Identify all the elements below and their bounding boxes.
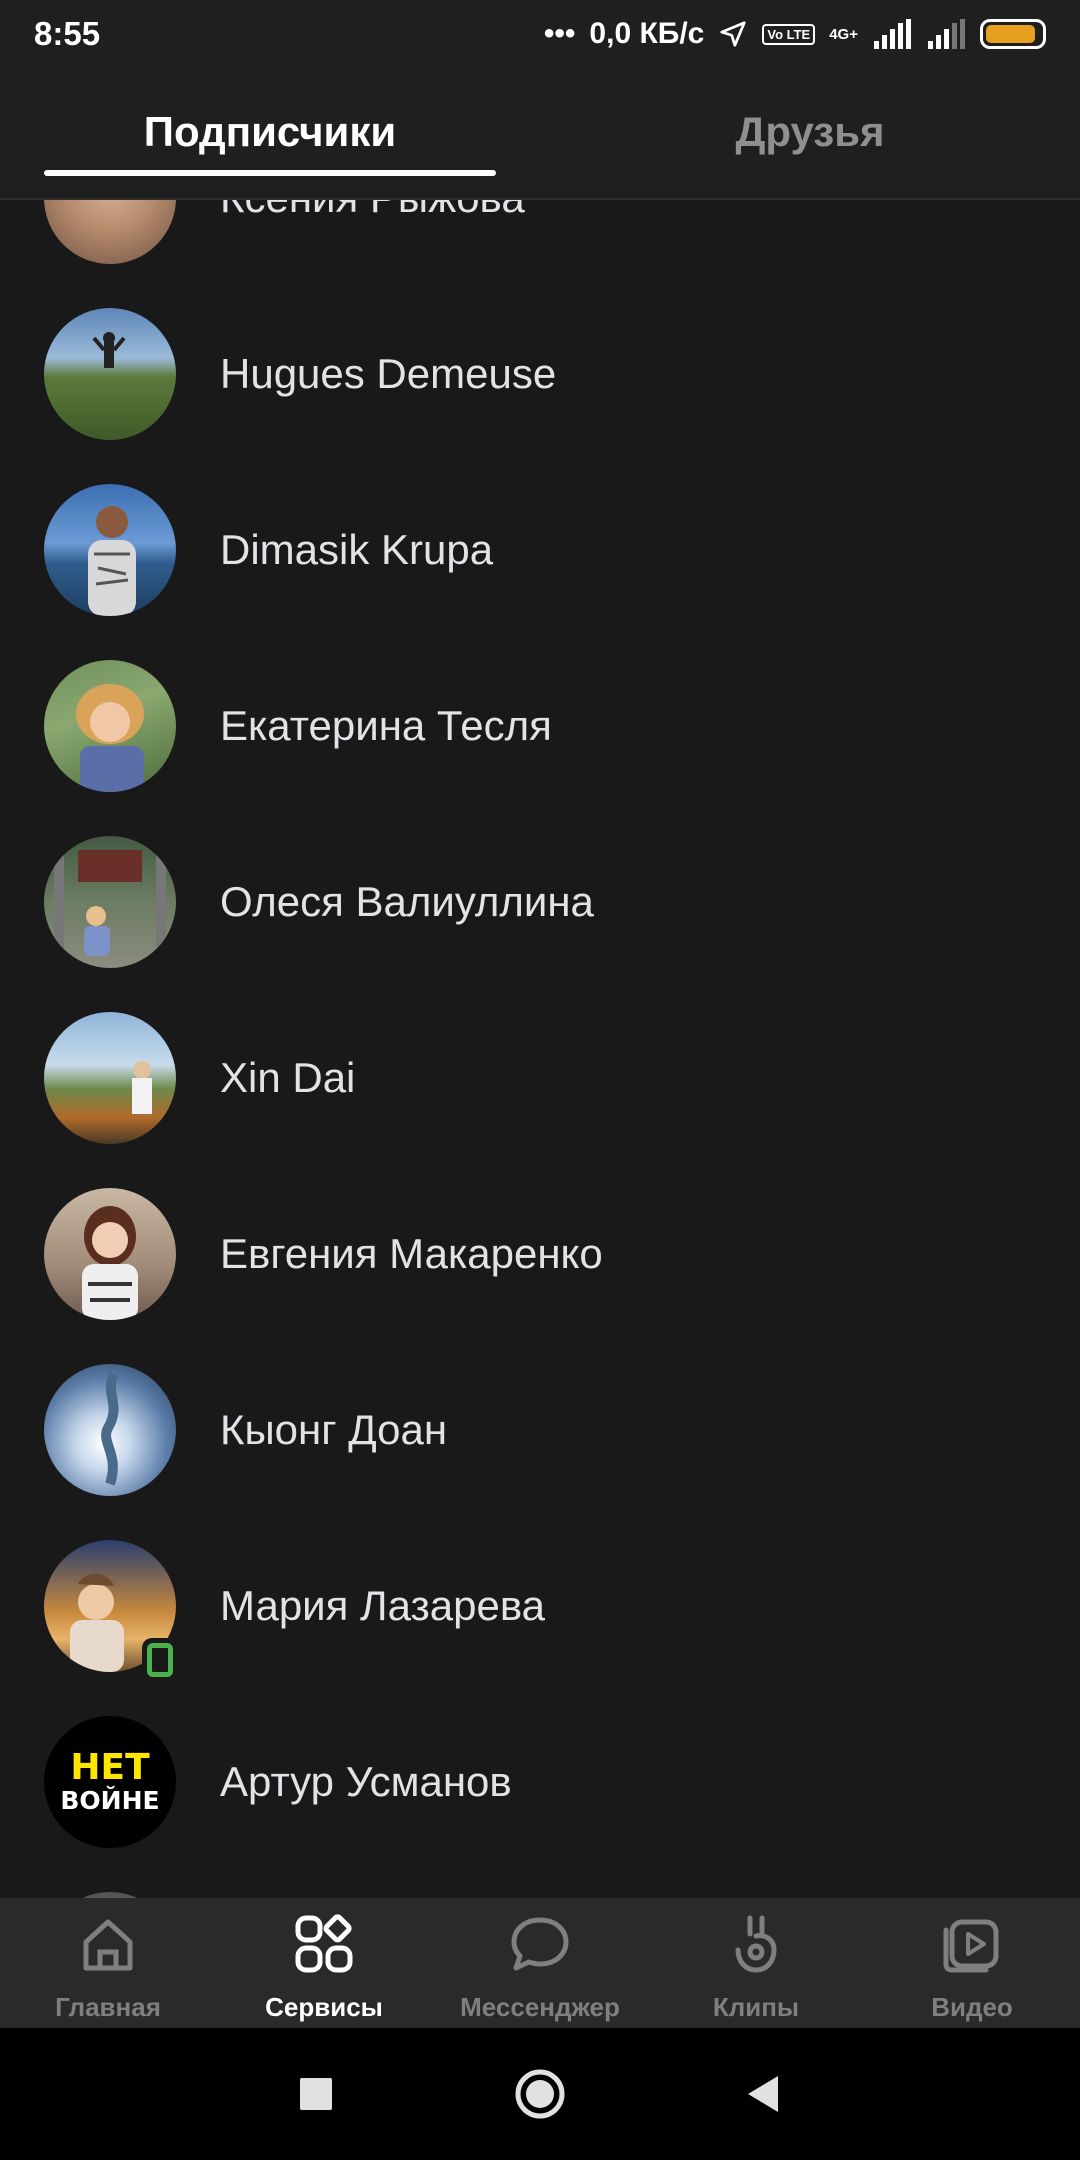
status-bar: 8:55 ••• 0,0 КБ/с Vo LTE 4G+ [0, 0, 1080, 68]
avatar [44, 660, 176, 792]
user-name: Артур Усманов [220, 1758, 512, 1805]
list-item[interactable]: Екатерина Тесля [0, 638, 1080, 814]
list-item[interactable]: Dimasik Krupa [0, 462, 1080, 638]
user-name: Xin Dai [220, 1054, 356, 1101]
user-name: Hugues Demeuse [220, 350, 557, 397]
nav-label: Видео [931, 1992, 1013, 2022]
avatar [44, 836, 176, 968]
system-home-icon[interactable] [510, 2064, 570, 2124]
nav-services[interactable]: Сервисы [216, 1898, 432, 2028]
system-navigation [0, 2028, 1080, 2160]
user-name: Екатерина Тесля [220, 702, 552, 749]
volte-icon: Vo LTE [762, 23, 816, 45]
signal-icon-sim2 [928, 19, 965, 49]
nav-home[interactable]: Главная [0, 1898, 216, 2028]
status-indicators: ••• 0,0 КБ/с Vo LTE 4G+ [544, 17, 1046, 51]
avatar-image [88, 506, 136, 616]
signal-icon [874, 19, 911, 49]
nav-label: Сервисы [265, 1992, 383, 2022]
active-tab-indicator [44, 170, 496, 176]
nav-video[interactable]: Видео [864, 1898, 1080, 2028]
list-item[interactable]: Олеся Валиуллина [0, 814, 1080, 990]
list-item[interactable] [0, 1870, 1080, 1900]
back-icon[interactable] [734, 2064, 794, 2124]
user-name: Dimasik Krupa [220, 526, 494, 573]
messenger-icon [511, 1917, 569, 1971]
nav-clips[interactable]: Клипы [648, 1898, 864, 2028]
user-name: Евгения Макаренко [220, 1230, 603, 1277]
list-item[interactable]: Евгения Макаренко [0, 1166, 1080, 1342]
user-name: Олеся Валиуллина [220, 878, 594, 925]
avatar [44, 1012, 176, 1144]
avatar [44, 308, 176, 440]
list-item[interactable]: Кыонг Доан [0, 1342, 1080, 1518]
avatar-image [82, 1206, 138, 1320]
list-item[interactable]: Ксения Рыжова [0, 200, 1080, 286]
bottom-navigation: Главная Сервисы Мессенджер Клипы Видео [0, 1898, 1080, 2028]
list-item[interactable]: Hugues Demeuse [0, 286, 1080, 462]
list-item[interactable]: НЕТ ВОЙНЕ Артур Усманов [0, 1694, 1080, 1870]
avatar-image [76, 684, 144, 792]
nav-label: Главная [55, 1992, 161, 2022]
avatar: НЕТ ВОЙНЕ [44, 1716, 176, 1848]
avatar-image [92, 332, 126, 368]
avatar [44, 484, 176, 616]
network-speed: 0,0 КБ/с [589, 17, 705, 50]
phone-icon [147, 1643, 173, 1677]
user-name: Кыонг Доан [220, 1406, 448, 1453]
recents-icon[interactable] [286, 2064, 346, 2124]
user-name: Мария Лазарева [220, 1582, 546, 1629]
services-icon [295, 1914, 353, 1973]
video-icon [943, 1919, 999, 1973]
avatar [44, 1188, 176, 1320]
avatar-image [101, 1371, 119, 1486]
nav-messenger[interactable]: Мессенджер [432, 1898, 648, 2028]
home-icon [83, 1919, 133, 1971]
list-item[interactable]: Xin Dai [0, 990, 1080, 1166]
battery-icon [980, 19, 1046, 49]
clips-icon [735, 1915, 777, 1973]
status-time: 8:55 [34, 15, 101, 52]
network-type: 4G+ [829, 25, 858, 43]
tab-subscribers[interactable]: Подписчики [44, 108, 496, 156]
avatar-text-line1: НЕТ [70, 1747, 150, 1788]
nav-label: Мессенджер [460, 1992, 620, 2022]
online-mobile-badge [142, 1638, 178, 1682]
avatar [44, 200, 176, 264]
list-item[interactable]: Мария Лазарева [0, 1518, 1080, 1694]
user-name: Ксения Рыжова [220, 200, 525, 222]
avatar [44, 1364, 176, 1496]
avatar-text-line2: ВОЙНЕ [60, 1786, 160, 1815]
tabs-bar: Подписчики Друзья [0, 68, 1080, 200]
nav-label: Клипы [712, 1992, 800, 2022]
avatar-image [132, 1061, 152, 1114]
tab-friends[interactable]: Друзья [584, 108, 1036, 156]
more-notifications-icon: ••• [543, 17, 576, 50]
location-icon [720, 21, 746, 47]
avatar-image [54, 846, 166, 966]
subscribers-list[interactable]: Ксения Рыжова Hugues Demeuse Dimasik Kru… [0, 200, 1080, 1900]
